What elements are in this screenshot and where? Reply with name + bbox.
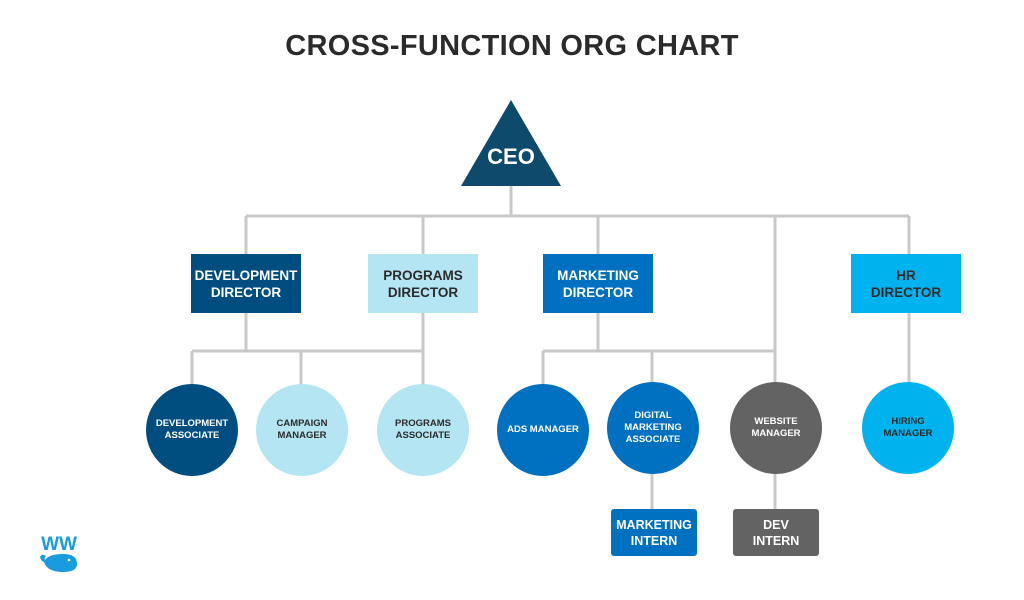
website-manager[interactable]: WEBSITE MANAGER [730,382,822,474]
programs-director[interactable]: PROGRAMS DIRECTOR [368,254,478,313]
dev-intern-line1: DEV [763,517,789,532]
ads-manager-line1: ADS MANAGER [507,424,579,435]
hiring-manager-line2: MANAGER [883,428,933,439]
hr-director-line1: HR [896,267,916,283]
programs-associate-line2: ASSOCIATE [395,430,451,441]
digital-marketing-associate-line1: DIGITAL [634,410,672,421]
marketing-intern-line1: MARKETING [616,517,692,532]
programs-associate[interactable]: PROGRAMS ASSOCIATE [377,384,469,476]
dev-intern[interactable]: DEV INTERN [733,509,819,556]
marketing-intern[interactable]: MARKETING INTERN [611,509,697,556]
hr-director-line2: DIRECTOR [870,284,942,300]
development-associate-line2: ASSOCIATE [164,430,220,441]
dev-intern-line2: INTERN [752,533,800,548]
hr-director[interactable]: HR DIRECTOR [851,254,961,313]
website-manager-line1: WEBSITE [754,416,798,427]
development-associate-line1: DEVELOPMENT [155,418,229,429]
ceo-triangle[interactable] [461,100,561,186]
hiring-manager[interactable]: HIRING MANAGER [862,382,954,474]
marketing-director[interactable]: MARKETING DIRECTOR [543,254,653,313]
marketing-director-line2: DIRECTOR [562,284,634,300]
digital-marketing-associate-line2: MARKETING [624,422,682,433]
digital-marketing-associate[interactable]: DIGITAL MARKETING ASSOCIATE [607,382,699,474]
campaign-manager[interactable]: CAMPAIGN MANAGER [256,384,348,476]
hiring-manager-line1: HIRING [891,416,925,427]
digital-marketing-associate-line3: ASSOCIATE [625,434,681,445]
development-director-line1: DEVELOPMENT [194,267,298,283]
marketing-director-line1: MARKETING [557,267,639,283]
development-director[interactable]: DEVELOPMENT DIRECTOR [191,254,301,313]
campaign-manager-line2: MANAGER [277,430,327,441]
campaign-manager-line1: CAMPAIGN [276,418,328,429]
marketing-intern-line2: INTERN [630,533,678,548]
development-associate[interactable]: DEVELOPMENT ASSOCIATE [146,384,238,476]
website-manager-line2: MANAGER [751,428,801,439]
development-director-line2: DIRECTOR [210,284,282,300]
ads-manager[interactable]: ADS MANAGER [497,384,589,476]
whale-logo-icon: WW [40,534,77,572]
programs-director-line1: PROGRAMS [383,267,463,283]
programs-director-line2: DIRECTOR [387,284,459,300]
programs-associate-line1: PROGRAMS [395,418,451,429]
logo-text: WW [41,534,77,555]
ceo-label: CEO [487,144,535,169]
